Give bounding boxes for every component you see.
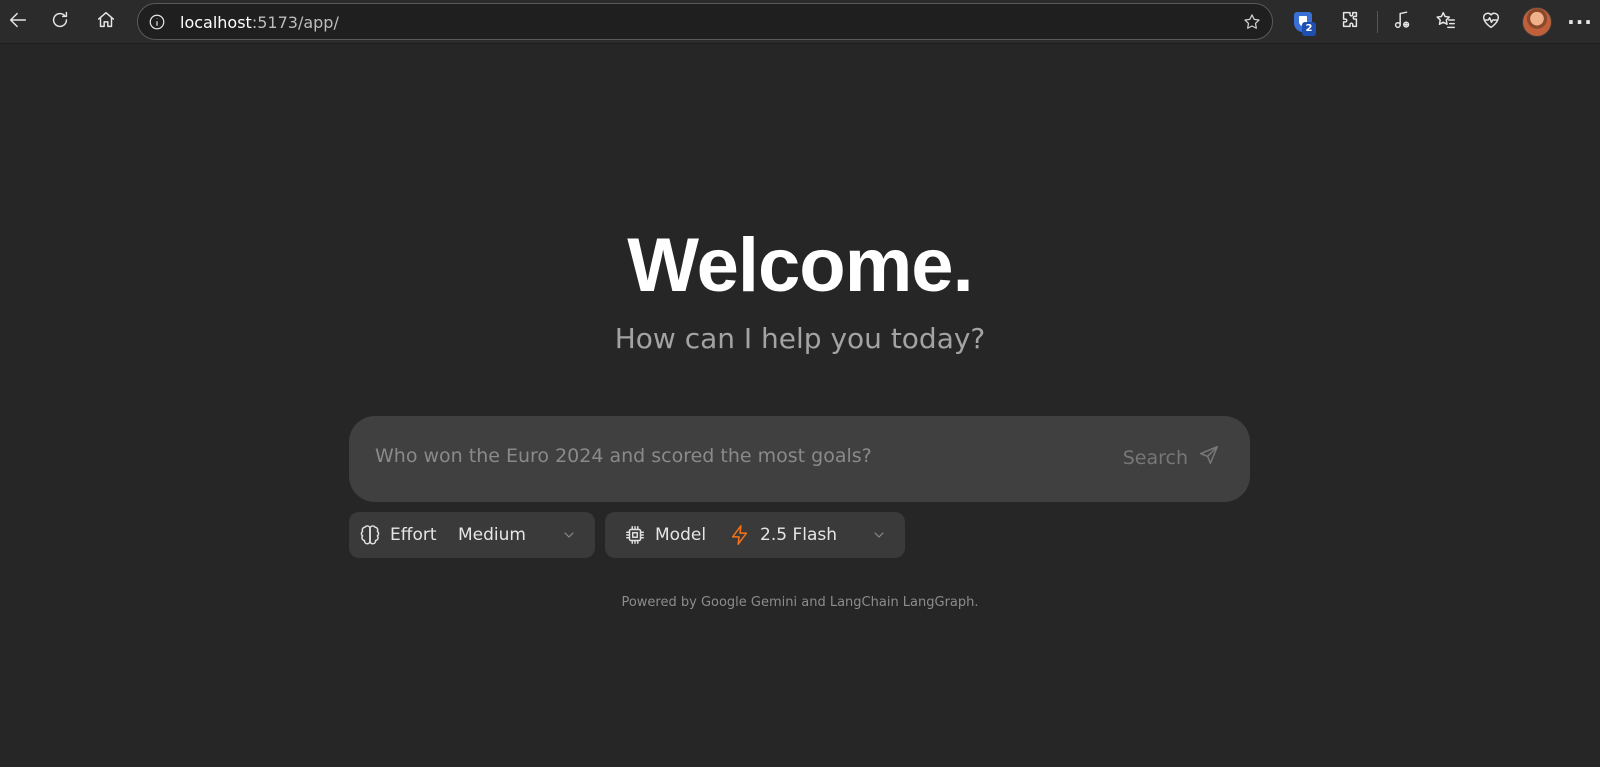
cpu-chip-icon <box>624 524 646 546</box>
reload-button[interactable] <box>42 4 78 40</box>
extension-badge-count: 2 <box>1302 22 1316 36</box>
model-select[interactable]: Model 2.5 Flash <box>605 512 905 558</box>
favorites-list-icon <box>1435 9 1457 35</box>
search-button-label: Search <box>1122 446 1188 469</box>
extensions-button[interactable] <box>1332 4 1368 40</box>
query-input[interactable] <box>373 443 1073 475</box>
effort-label: Effort <box>390 525 437 545</box>
browser-toolbar: localhost:5173/app/ 2 ··· <box>0 0 1600 44</box>
browser-essentials-button[interactable] <box>1473 4 1509 40</box>
url-host: localhost <box>180 13 252 32</box>
chevron-down-icon <box>871 527 887 543</box>
profile-avatar <box>1522 7 1552 37</box>
heart-pulse-icon <box>1480 9 1502 35</box>
media-button[interactable] <box>1384 4 1420 40</box>
query-composer: Search <box>349 416 1250 502</box>
more-options-button[interactable]: ··· <box>1562 4 1598 40</box>
welcome-heading: Welcome. <box>627 223 973 308</box>
welcome-subtitle: How can I help you today? <box>614 322 986 355</box>
url-text[interactable]: localhost:5173/app/ <box>180 13 339 32</box>
effort-value: Medium <box>458 525 526 545</box>
effort-select[interactable]: Effort Medium <box>349 512 595 558</box>
favorites-button[interactable] <box>1428 4 1464 40</box>
password-manager-extension-button[interactable]: 2 <box>1285 4 1321 40</box>
search-button[interactable]: Search <box>1123 444 1220 471</box>
star-icon[interactable] <box>1240 10 1264 34</box>
more-options-icon: ··· <box>1567 10 1593 34</box>
home-button[interactable] <box>88 4 124 40</box>
password-manager-extension-icon: 2 <box>1294 12 1316 36</box>
back-arrow-icon <box>7 9 29 35</box>
chevron-down-icon <box>561 527 577 543</box>
send-icon <box>1198 444 1220 471</box>
info-icon[interactable] <box>146 11 168 33</box>
model-value: 2.5 Flash <box>760 525 837 545</box>
lightning-bolt-icon <box>729 524 751 546</box>
model-label: Model <box>655 525 707 545</box>
url-path: :5173/app/ <box>251 13 339 32</box>
address-bar[interactable]: localhost:5173/app/ <box>137 3 1273 40</box>
brain-icon <box>359 524 381 546</box>
music-note-icon <box>1391 9 1413 35</box>
home-icon <box>95 9 117 35</box>
powered-by-note: Powered by Google Gemini and LangChain L… <box>621 595 979 610</box>
toolbar-divider <box>1377 11 1378 33</box>
puzzle-piece-icon <box>1339 9 1361 35</box>
profile-button[interactable] <box>1519 4 1555 40</box>
reload-icon <box>49 9 71 35</box>
back-button[interactable] <box>0 4 36 40</box>
